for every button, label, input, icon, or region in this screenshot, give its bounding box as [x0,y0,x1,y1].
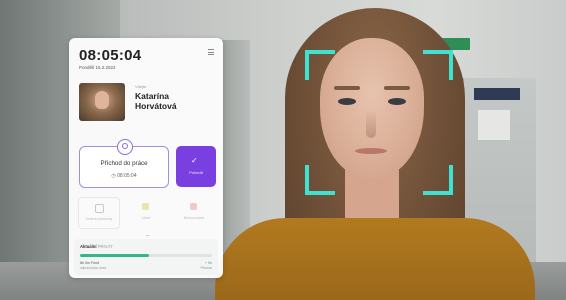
checkin-time: ◷ 08:05:04 [111,173,137,179]
divider [146,235,149,236]
status-fund: 8h 0m Fond [80,261,100,265]
current-date: Pondělí 15.2.2022 [79,65,116,70]
user-greeting: Vítejte [135,84,147,89]
checkin-title: Příchod do práce [100,160,148,167]
status-worked: odpracováno dnes [80,266,107,270]
person-face [320,38,424,178]
left-eyebrow [334,86,360,90]
door-sign [474,88,520,100]
face-detection-corner-top-right [423,50,453,80]
clock: 08:05:04 [79,47,142,64]
left-eye [338,98,356,105]
face-detection-corner-top-left [305,50,335,80]
menu-icon[interactable] [208,49,214,55]
face-detection-corner-bottom-left [305,165,335,195]
confirm-button[interactable]: ✓ Potvrdit [176,146,216,187]
user-last-name: Horvátová [135,100,177,111]
action-sick-leave[interactable]: Nemocenská [174,197,214,227]
user-photo [79,83,125,121]
door-note [478,110,510,140]
face-detection-corner-bottom-right [423,165,453,195]
status-overtime-label: Přesčas [200,266,212,270]
status-label: Aktuální PRIVÁT [80,244,113,249]
progress-bar-fill [80,254,149,257]
check-icon: ✓ [191,156,198,165]
clock-icon [117,139,133,155]
sick-icon [190,203,197,210]
nose [366,110,376,138]
progress-bar [80,254,212,257]
status-card: Aktuální PRIVÁT 8h 0m Fond odpracováno d… [74,239,218,275]
action-doctor[interactable]: Lékař [126,197,166,227]
person-shirt [215,218,535,300]
confirm-label: Potvrdit [189,170,203,175]
attendance-kiosk-panel: 08:05:04 Pondělí 15.2.2022 Vítejte Katar… [69,38,223,278]
status-state: PRIVÁT [97,244,113,249]
refresh-icon [95,204,104,213]
mouth [355,148,387,154]
user-card: Vítejte Katarína Horvátová [77,80,215,130]
checkin-card[interactable]: Příchod do práce ◷ 08:05:04 [79,139,169,188]
status-overtime-value: + 0h [204,261,212,265]
action-change-attendance[interactable]: Změna docházky [78,197,120,229]
user-name: Katarína Horvátová [135,91,177,111]
right-eye [388,98,406,105]
right-eyebrow [384,86,410,90]
action-buttons: Změna docházky Lékař Nemocenská [78,197,218,229]
doctor-icon [142,203,149,210]
